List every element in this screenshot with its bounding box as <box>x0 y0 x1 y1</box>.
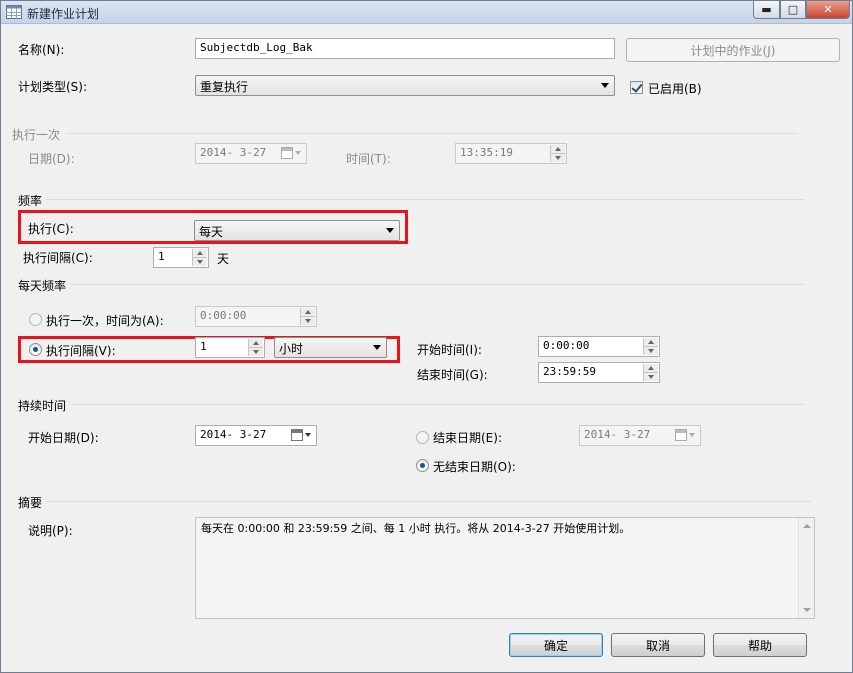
one-time-divider <box>66 133 798 134</box>
schedule-type-value: 重复执行 <box>200 80 249 94</box>
maximize-button[interactable]: □ <box>780 1 806 19</box>
frequency-section-title: 频率 <box>18 194 43 208</box>
once-radio[interactable] <box>29 313 42 326</box>
name-label: 名称(N): <box>18 43 65 57</box>
frequency-divider <box>46 199 804 200</box>
description-scrollbar[interactable] <box>798 518 814 618</box>
description-label: 说明(P): <box>28 524 73 538</box>
end-date-picker[interactable]: 2014- 3-27 <box>579 425 701 446</box>
once-label: 执行一次，时间为(A): <box>46 314 164 328</box>
daily-frequency-section-title: 每天频率 <box>18 279 67 293</box>
one-time-time-label: 时间(T): <box>346 152 391 166</box>
end-time-label: 结束时间(G): <box>417 368 488 382</box>
description-textarea[interactable]: 每天在 0:00:00 和 23:59:59 之间、每 1 小时 执行。将从 2… <box>195 517 815 619</box>
recurs-unit: 天 <box>217 252 230 266</box>
recurs-label: 执行间隔(C): <box>23 251 93 265</box>
schedule-type-label: 计划类型(S): <box>18 80 88 94</box>
chevron-down-icon <box>386 228 394 233</box>
summary-section-title: 摘要 <box>18 496 43 510</box>
enabled-checkbox[interactable] <box>630 81 643 94</box>
recurs-spinner[interactable] <box>192 249 207 266</box>
one-time-date-value: 2014- 3-27 <box>200 146 267 159</box>
one-time-date-label: 日期(D): <box>28 152 75 166</box>
once-time-input[interactable]: 0:00:00 <box>195 306 317 327</box>
description-text: 每天在 0:00:00 和 23:59:59 之间、每 1 小时 执行。将从 2… <box>201 522 631 535</box>
daily-frequency-divider <box>71 284 804 285</box>
occurs-label: 执行(C): <box>28 222 74 236</box>
recurs-input[interactable]: 1 <box>153 247 209 268</box>
one-time-section-title: 执行一次 <box>12 128 61 142</box>
every-value: 1 <box>200 340 207 353</box>
no-end-date-label: 无结束日期(O): <box>433 460 516 474</box>
end-date-radio[interactable] <box>416 431 429 444</box>
start-date-label: 开始日期(D): <box>28 431 99 445</box>
recurs-value: 1 <box>158 250 165 263</box>
end-date-label: 结束日期(E): <box>433 431 502 445</box>
new-job-schedule-dialog: 新建作业计划 ▬ □ ✕ 名称(N): Subjectdb_Log_Bak 计划… <box>0 0 853 673</box>
once-time-value: 0:00:00 <box>200 309 247 322</box>
every-unit-value: 小时 <box>279 342 304 356</box>
start-date-value: 2014- 3-27 <box>200 428 267 441</box>
calendar-icon[interactable] <box>675 429 697 443</box>
title-bar[interactable]: 新建作业计划 ▬ □ ✕ <box>1 1 852 24</box>
occurs-select[interactable]: 每天 <box>194 220 400 241</box>
schedule-table-icon <box>6 5 22 19</box>
summary-divider <box>46 501 811 502</box>
start-time-input[interactable]: 0:00:00 <box>538 336 660 357</box>
start-date-picker[interactable]: 2014- 3-27 <box>195 425 317 446</box>
chevron-down-icon <box>601 83 609 88</box>
every-unit-select[interactable]: 小时 <box>274 337 387 358</box>
end-time-value: 23:59:59 <box>543 365 596 378</box>
jobs-in-schedule-button[interactable]: 计划中的作业(J) <box>626 38 840 62</box>
chevron-down-icon <box>373 345 381 350</box>
duration-section-title: 持续时间 <box>18 399 67 413</box>
name-input[interactable]: Subjectdb_Log_Bak <box>195 38 615 59</box>
minimize-button[interactable]: ▬ <box>753 1 780 19</box>
one-time-time-value: 13:35:19 <box>460 146 513 159</box>
help-button[interactable]: 帮助 <box>713 633 807 657</box>
one-time-time-input[interactable]: 13:35:19 <box>455 143 567 164</box>
every-label: 执行间隔(V): <box>46 344 116 358</box>
once-time-spinner[interactable] <box>300 308 315 325</box>
schedule-type-select[interactable]: 重复执行 <box>195 75 615 96</box>
end-time-spinner[interactable] <box>643 364 658 381</box>
start-time-spinner[interactable] <box>643 338 658 355</box>
end-date-value: 2014- 3-27 <box>584 428 651 441</box>
start-time-value: 0:00:00 <box>543 339 590 352</box>
every-radio[interactable] <box>29 343 42 356</box>
enabled-label: 已启用(B) <box>648 82 702 96</box>
start-time-label: 开始时间(I): <box>417 343 482 357</box>
close-button[interactable]: ✕ <box>806 1 850 19</box>
calendar-icon[interactable] <box>281 147 303 161</box>
calendar-icon[interactable] <box>291 429 313 443</box>
no-end-date-radio[interactable] <box>416 459 429 472</box>
one-time-date-picker[interactable]: 2014- 3-27 <box>195 143 307 164</box>
time-spinner[interactable] <box>550 145 565 162</box>
every-spinner[interactable] <box>248 339 263 356</box>
duration-divider <box>71 404 804 405</box>
occurs-value: 每天 <box>199 225 224 239</box>
ok-button[interactable]: 确定 <box>509 633 603 657</box>
cancel-button[interactable]: 取消 <box>611 633 705 657</box>
end-time-input[interactable]: 23:59:59 <box>538 362 660 383</box>
window-title: 新建作业计划 <box>27 7 100 21</box>
every-input[interactable]: 1 <box>195 337 265 358</box>
